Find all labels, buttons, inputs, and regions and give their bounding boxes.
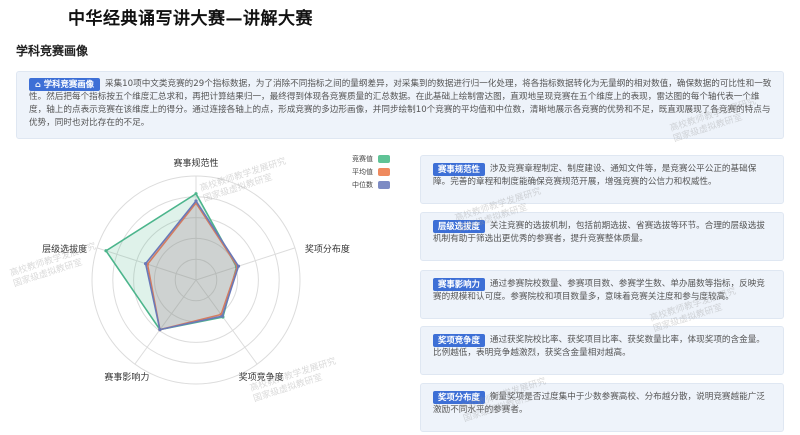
- card-award-competition: 奖项竞争度 通过获奖院校比率、获奖项目比率、获奖数量比率，体现奖项的含金量。比例越…: [420, 326, 784, 375]
- legend-item-competition[interactable]: 竞赛值: [352, 152, 390, 165]
- intro-panel: ⌂ 学科竞赛画像 采集10项中文类竞赛的29个指标数据，为了消除不同指标之间的量…: [16, 71, 784, 139]
- radar-axis-label: 奖项竞争度: [239, 371, 284, 383]
- intro-badge-label: 学科竞赛画像: [43, 79, 94, 89]
- card-event-standard: 赛事规范性 涉及竞赛章程制定、制度建设、通知文件等，是竞赛公平公正的基础保障。完善…: [420, 155, 784, 204]
- radar-axis-label: 奖项分布度: [305, 243, 350, 255]
- card-level-selection: 层级选拔度 关注竞赛的选拔机制，包括前期选拔、省赛选拔等环节。合理的层级选拔机制有…: [420, 212, 784, 261]
- card-badge: 奖项竞争度: [433, 334, 485, 347]
- radar-point: [104, 249, 108, 253]
- legend-label: 竞赛值: [352, 154, 373, 163]
- legend-swatch: [378, 154, 390, 163]
- legend: 竞赛值 平均值 中位数: [352, 152, 390, 191]
- radar-axis-label: 层级选拔度: [42, 243, 87, 255]
- radar-point: [236, 264, 241, 268]
- radar-axis-label: 赛事影响力: [104, 371, 149, 383]
- radar-point: [143, 262, 148, 266]
- section-title: 学科竞赛画像: [16, 44, 89, 58]
- legend-item-average[interactable]: 平均值: [352, 165, 390, 178]
- intro-text: 采集10项中文类竞赛的29个指标数据，为了消除不同指标之间的量纲差异，对采集到的…: [29, 79, 772, 128]
- card-badge: 层级选拔度: [433, 220, 485, 233]
- radar-svg: 赛事规范性奖项分布度奖项竞争度 赛事影响力 层级选拔度: [42, 157, 350, 385]
- radar-axis-label: 赛事规范性: [173, 157, 218, 169]
- legend-label: 平均值: [352, 167, 373, 176]
- legend-swatch: [378, 167, 390, 176]
- card-award-distribution: 奖项分布度 衡量奖项是否过度集中于少数参赛高校、分布越分散，说明竞赛越能广泛激励不…: [420, 383, 784, 432]
- card-badge: 赛事规范性: [433, 163, 485, 176]
- page-title: 中华经典诵写讲大赛—讲解大赛: [68, 9, 313, 29]
- home-icon: ⌂: [35, 80, 41, 89]
- card-badge: 赛事影响力: [433, 278, 485, 291]
- legend-item-median[interactable]: 中位数: [352, 178, 390, 191]
- radar-point: [220, 314, 224, 318]
- radar-point: [194, 199, 198, 203]
- card-badge: 奖项分布度: [433, 391, 485, 404]
- radar-chart: 赛事规范性奖项分布度奖项竞争度 赛事影响力 层级选拔度: [0, 148, 420, 435]
- intro-badge: ⌂ 学科竞赛画像: [29, 78, 100, 91]
- card-event-influence: 赛事影响力 通过参赛院校数量、参赛项目数、参赛学生数、单办届数等指标，反映竞赛的规…: [420, 270, 784, 319]
- legend-label: 中位数: [352, 180, 373, 189]
- legend-swatch: [378, 180, 390, 189]
- radar-point: [158, 328, 162, 332]
- radar-point: [194, 192, 198, 196]
